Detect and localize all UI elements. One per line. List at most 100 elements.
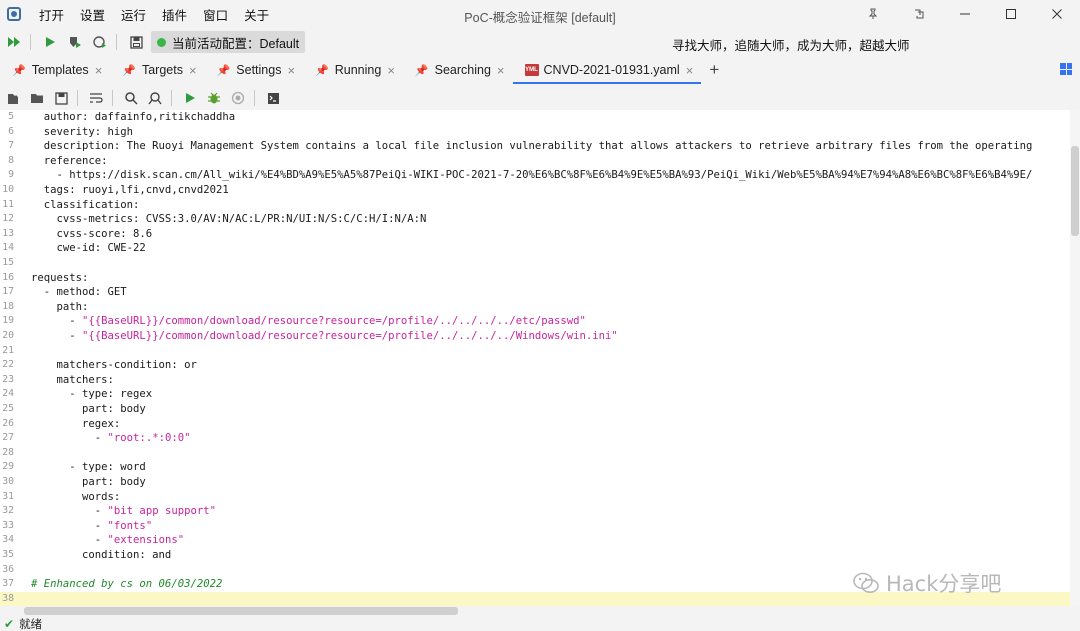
- horizontal-scroll-thumb[interactable]: [24, 607, 458, 615]
- code-line[interactable]: 31 words:: [0, 490, 1080, 505]
- horizontal-scrollbar[interactable]: [0, 606, 1080, 616]
- maximize-button[interactable]: [988, 0, 1034, 28]
- code-line[interactable]: 22 matchers-condition: or: [0, 358, 1080, 373]
- code-line[interactable]: 28: [0, 446, 1080, 461]
- run-template-button[interactable]: [179, 87, 201, 109]
- run-with-coverage-button[interactable]: [64, 31, 86, 53]
- stop-button[interactable]: [227, 87, 249, 109]
- code-line[interactable]: 6 severity: high: [0, 125, 1080, 140]
- code-line[interactable]: 7 description: The Ruoyi Management Syst…: [0, 139, 1080, 154]
- code-line[interactable]: 24 - type: regex: [0, 387, 1080, 402]
- tab-yaml-file[interactable]: YML CNVD-2021-01931.yaml ×: [512, 56, 702, 84]
- line-number: 23: [2, 373, 14, 385]
- close-button[interactable]: [1034, 0, 1080, 28]
- line-number: 36: [2, 563, 14, 575]
- code-line[interactable]: 11 classification:: [0, 198, 1080, 213]
- play-icon: [46, 37, 55, 47]
- add-tab-button[interactable]: +: [701, 56, 727, 84]
- code-line[interactable]: 16 requests:: [0, 271, 1080, 286]
- line-number: 10: [2, 184, 14, 195]
- active-config-selector[interactable]: 当前活动配置：Default: [151, 31, 306, 53]
- code-line[interactable]: 9 - https://disk.scan.cm/All_wiki/%E4%BD…: [0, 168, 1080, 183]
- run-button[interactable]: [39, 31, 61, 53]
- code-token: -: [31, 432, 108, 445]
- line-number: 29: [2, 461, 14, 473]
- pin-restore-button[interactable]: [896, 0, 942, 28]
- save-button[interactable]: [125, 31, 147, 53]
- replace-button[interactable]: [144, 87, 166, 109]
- app-logo-icon: [7, 7, 21, 21]
- tab-settings[interactable]: 📌 Settings ×: [205, 56, 303, 84]
- menu-settings[interactable]: 设置: [72, 5, 113, 24]
- code-line[interactable]: 17 - method: GET: [0, 285, 1080, 300]
- code-line[interactable]: 21: [0, 344, 1080, 359]
- code-text: - "bit app support": [31, 504, 216, 519]
- menu-open[interactable]: 打开: [31, 5, 72, 24]
- code-line[interactable]: 33 - "fonts": [0, 519, 1080, 534]
- code-line[interactable]: 10 tags: ruoyi,lfi,cnvd,cnvd2021: [0, 183, 1080, 198]
- code-line[interactable]: 19 - "{{BaseURL}}/common/download/resour…: [0, 314, 1080, 329]
- code-line[interactable]: 18 path:: [0, 300, 1080, 315]
- code-line[interactable]: 25 part: body: [0, 402, 1080, 417]
- close-tab-icon[interactable]: ×: [497, 63, 505, 78]
- menu-run[interactable]: 运行: [113, 5, 154, 24]
- code-line[interactable]: 20 - "{{BaseURL}}/common/download/resour…: [0, 329, 1080, 344]
- run-all-button[interactable]: [3, 31, 25, 53]
- line-number: 15: [2, 257, 14, 268]
- menu-plugins[interactable]: 插件: [154, 5, 195, 24]
- window-controls: [850, 0, 1080, 28]
- pin-icon: 📌: [315, 64, 329, 77]
- code-line[interactable]: 5 author: daffainfo,ritikchaddha: [0, 110, 1080, 125]
- line-number: 22: [2, 359, 14, 371]
- status-bar: ✔ 就绪: [0, 616, 1080, 631]
- title-bar: 打开 设置 运行 插件 窗口 关于 PoC-概念验证框架 [default]: [0, 0, 1080, 28]
- code-line[interactable]: 8 reference:: [0, 154, 1080, 169]
- code-line[interactable]: 23 matchers:: [0, 373, 1080, 388]
- line-number: 12: [2, 213, 14, 225]
- tab-label: Settings: [236, 63, 282, 77]
- tab-running[interactable]: 📌 Running ×: [303, 56, 403, 84]
- code-editor[interactable]: 5 author: daffainfo,ritikchaddha 6 severi…: [0, 110, 1080, 606]
- save-file-button[interactable]: [50, 87, 72, 109]
- code-line[interactable]: 27 - "root:.*:0:0": [0, 431, 1080, 446]
- vertical-scroll-thumb[interactable]: [1071, 146, 1079, 236]
- close-tab-icon[interactable]: ×: [189, 63, 197, 78]
- tab-searching[interactable]: 📌 Searching ×: [403, 56, 513, 84]
- console-button[interactable]: [262, 87, 284, 109]
- word-wrap-button[interactable]: [85, 87, 107, 109]
- code-line[interactable]: 15: [0, 256, 1080, 271]
- search-button[interactable]: [120, 87, 142, 109]
- code-line[interactable]: 34 - "extensions": [0, 533, 1080, 548]
- tab-templates[interactable]: 📌 Templates ×: [0, 56, 110, 84]
- code-line[interactable]: 30 part: body: [0, 475, 1080, 490]
- tab-targets[interactable]: 📌 Targets ×: [110, 56, 204, 84]
- menu-window[interactable]: 窗口: [195, 5, 236, 24]
- code-line[interactable]: 26 regex:: [0, 417, 1080, 432]
- minimize-button[interactable]: [942, 0, 988, 28]
- close-tab-icon[interactable]: ×: [287, 63, 295, 78]
- play-icon: [186, 93, 195, 103]
- code-line[interactable]: 13 cvss-score: 8.6: [0, 227, 1080, 242]
- new-file-button[interactable]: [2, 87, 24, 109]
- code-line[interactable]: 14 cwe-id: CWE-22: [0, 241, 1080, 256]
- code-line[interactable]: 32 - "bit app support": [0, 504, 1080, 519]
- pin-window-button[interactable]: [850, 0, 896, 28]
- pin-icon: 📌: [414, 64, 429, 77]
- open-folder-button[interactable]: [26, 87, 48, 109]
- close-tab-icon[interactable]: ×: [387, 63, 395, 78]
- vertical-scrollbar[interactable]: [1070, 110, 1080, 606]
- close-tab-icon[interactable]: ×: [95, 63, 103, 78]
- code-line[interactable]: 12 cvss-metrics: CVSS:3.0/AV:N/AC:L/PR:N…: [0, 212, 1080, 227]
- code-token: tags: ruoyi,lfi,cnvd,cnvd2021: [31, 184, 229, 196]
- profile-run-button[interactable]: [89, 31, 111, 53]
- gauge-run-icon: [93, 36, 106, 48]
- code-line[interactable]: 35 condition: and: [0, 548, 1080, 563]
- code-token: part: body: [31, 476, 146, 488]
- debug-button[interactable]: [203, 87, 225, 109]
- string-token: "root:.*:0:0": [107, 432, 191, 445]
- close-tab-icon[interactable]: ×: [686, 63, 694, 78]
- code-line[interactable]: 29 - type: word: [0, 460, 1080, 475]
- menu-about[interactable]: 关于: [236, 5, 277, 24]
- code-token: - type: word: [31, 461, 146, 474]
- layout-grid-icon[interactable]: [1060, 63, 1072, 75]
